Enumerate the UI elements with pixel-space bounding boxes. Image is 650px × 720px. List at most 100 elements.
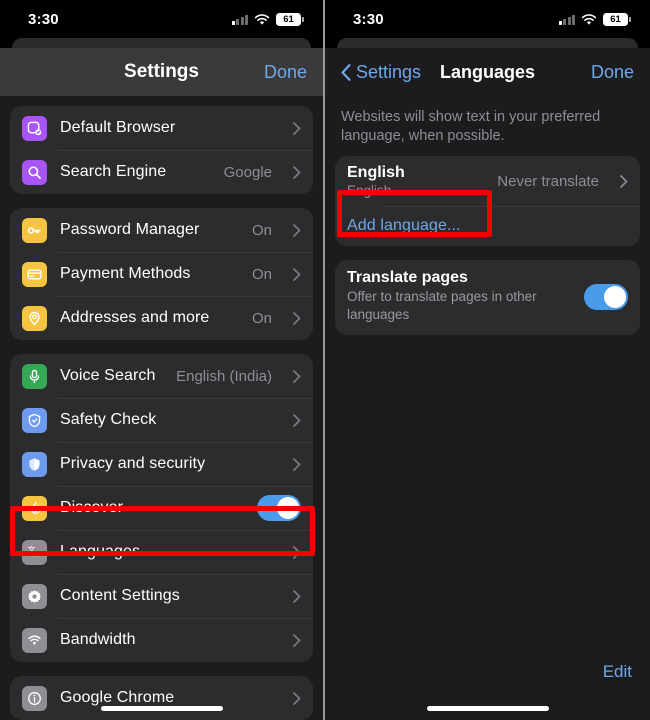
cellular-signal-icon: [558, 14, 575, 25]
language-name: English: [347, 164, 405, 182]
status-bar-indicators: 61: [231, 12, 304, 26]
settings-row-search-engine[interactable]: Search Engine Google: [10, 150, 313, 194]
settings-group-advanced: Voice Search English (India) Safety Chec…: [10, 354, 313, 662]
status-bar-time: 3:30: [353, 10, 384, 28]
settings-row-default-browser[interactable]: Default Browser: [10, 106, 313, 150]
settings-row-value: English (India): [176, 367, 272, 385]
chevron-right-icon: [293, 223, 301, 237]
settings-row-label: Addresses and more: [60, 309, 210, 326]
settings-group-browser: Default Browser Search Engine Google: [10, 106, 313, 194]
wifi-icon: [254, 13, 270, 25]
settings-row-label: Privacy and security: [60, 455, 206, 472]
chevron-right-icon: [293, 121, 301, 135]
settings-row-addresses-and-more[interactable]: Addresses and more On: [10, 296, 313, 340]
shield-check-icon: [22, 407, 47, 433]
chevron-right-icon: [293, 369, 301, 383]
settings-row-label: Content Settings: [60, 587, 180, 604]
discover-flame-icon: [22, 495, 47, 521]
chevron-right-icon: [293, 545, 301, 559]
svg-text:A: A: [35, 551, 40, 558]
language-row-english[interactable]: English English Never translate: [335, 156, 640, 206]
status-bar-left: 3:30 61: [0, 0, 323, 38]
battery-indicator: 61: [603, 12, 631, 26]
settings-row-label: Bandwidth: [60, 631, 136, 648]
settings-row-value: On: [251, 221, 272, 239]
sheet-peek-right: [337, 38, 638, 48]
chevron-right-icon: [293, 165, 301, 179]
back-to-settings-button[interactable]: Settings: [341, 62, 421, 83]
settings-row-label: Languages: [60, 543, 141, 560]
chevron-right-icon: [293, 691, 301, 705]
default-browser-icon: [22, 115, 47, 141]
language-translate-state: Never translate: [497, 172, 599, 190]
settings-row-value: On: [251, 265, 272, 283]
shield-lock-icon: [22, 451, 47, 477]
translate-pages-toggle[interactable]: [584, 283, 628, 310]
settings-group-about: Google Chrome: [10, 676, 313, 720]
settings-row-label: Google Chrome: [60, 689, 175, 706]
settings-row-google-chrome[interactable]: Google Chrome: [10, 676, 313, 720]
home-indicator-left: [100, 706, 223, 711]
translate-pages-group: Translate pages Offer to translate pages…: [335, 260, 640, 335]
settings-row-content-settings[interactable]: Content Settings: [10, 574, 313, 618]
settings-row-privacy-and-security[interactable]: Privacy and security: [10, 442, 313, 486]
right-phone-screen: 3:30 61 Settings Languages Done Websites…: [325, 0, 650, 720]
screenshot-stage: 3:30 61 Settings Done Default Browser Se…: [0, 0, 650, 720]
settings-row-label: Voice Search: [60, 367, 156, 384]
languages-navbar: Settings Languages Done: [325, 48, 650, 96]
home-indicator-right: [426, 706, 549, 711]
settings-row-password-manager[interactable]: Password Manager On: [10, 208, 313, 252]
bandwidth-wifi-icon: [22, 627, 47, 653]
settings-row-label: Safety Check: [60, 411, 157, 428]
translate-pages-title: Translate pages: [347, 269, 468, 287]
done-button[interactable]: Done: [264, 62, 307, 83]
chevron-right-icon: [293, 633, 301, 647]
add-language-button[interactable]: Add language...: [335, 206, 640, 246]
add-language-label: Add language...: [347, 217, 461, 235]
left-phone-screen: 3:30 61 Settings Done Default Browser Se…: [0, 0, 325, 720]
sheet-peek-left: [12, 38, 311, 48]
settings-row-label: Password Manager: [60, 221, 200, 238]
languages-content: Websites will show text in your preferre…: [325, 96, 650, 720]
back-button-label: Settings: [356, 61, 422, 82]
location-pin-icon: [22, 305, 47, 331]
chevron-right-icon: [293, 267, 301, 281]
wifi-icon: [581, 13, 597, 25]
chevron-left-icon: [341, 63, 351, 81]
translate-icon: 文A: [22, 539, 47, 565]
settings-list: Default Browser Search Engine Google Pas…: [0, 96, 323, 720]
status-bar-time: 3:30: [28, 10, 59, 28]
settings-row-label: Default Browser: [60, 119, 176, 136]
settings-row-voice-search[interactable]: Voice Search English (India): [10, 354, 313, 398]
settings-row-value: On: [251, 309, 272, 327]
translate-pages-row[interactable]: Translate pages Offer to translate pages…: [335, 260, 640, 334]
battery-indicator: 61: [276, 12, 304, 26]
edit-button[interactable]: Edit: [603, 662, 632, 682]
settings-row-languages[interactable]: 文A Languages: [10, 530, 313, 574]
status-bar-right: 3:30 61: [325, 0, 650, 38]
gear-icon: [22, 583, 47, 609]
settings-row-bandwidth[interactable]: Bandwidth: [10, 618, 313, 662]
status-bar-indicators: 61: [558, 12, 631, 26]
settings-row-label: Search Engine: [60, 163, 167, 180]
settings-navbar: Settings Done: [0, 48, 323, 96]
discover-toggle[interactable]: [257, 495, 301, 521]
language-native-name: English: [347, 183, 392, 199]
done-button[interactable]: Done: [591, 62, 634, 83]
credit-card-icon: [22, 261, 47, 287]
settings-row-safety-check[interactable]: Safety Check: [10, 398, 313, 442]
settings-row-label: Payment Methods: [60, 265, 191, 282]
settings-row-payment-methods[interactable]: Payment Methods On: [10, 252, 313, 296]
settings-row-discover[interactable]: Discover: [10, 486, 313, 530]
info-icon: [22, 685, 47, 711]
key-icon: [22, 217, 47, 243]
translate-pages-subtitle: Offer to translate pages in other langua…: [347, 289, 537, 323]
languages-group: English English Never translate Add lang…: [335, 156, 640, 247]
chevron-right-icon: [293, 311, 301, 325]
chevron-right-icon: [620, 174, 628, 188]
chevron-right-icon: [293, 457, 301, 471]
cellular-signal-icon: [231, 14, 248, 25]
translate-pages-text: Translate pages Offer to translate pages…: [347, 269, 537, 324]
languages-description: Websites will show text in your preferre…: [341, 109, 601, 145]
settings-row-value: Google: [223, 163, 272, 181]
